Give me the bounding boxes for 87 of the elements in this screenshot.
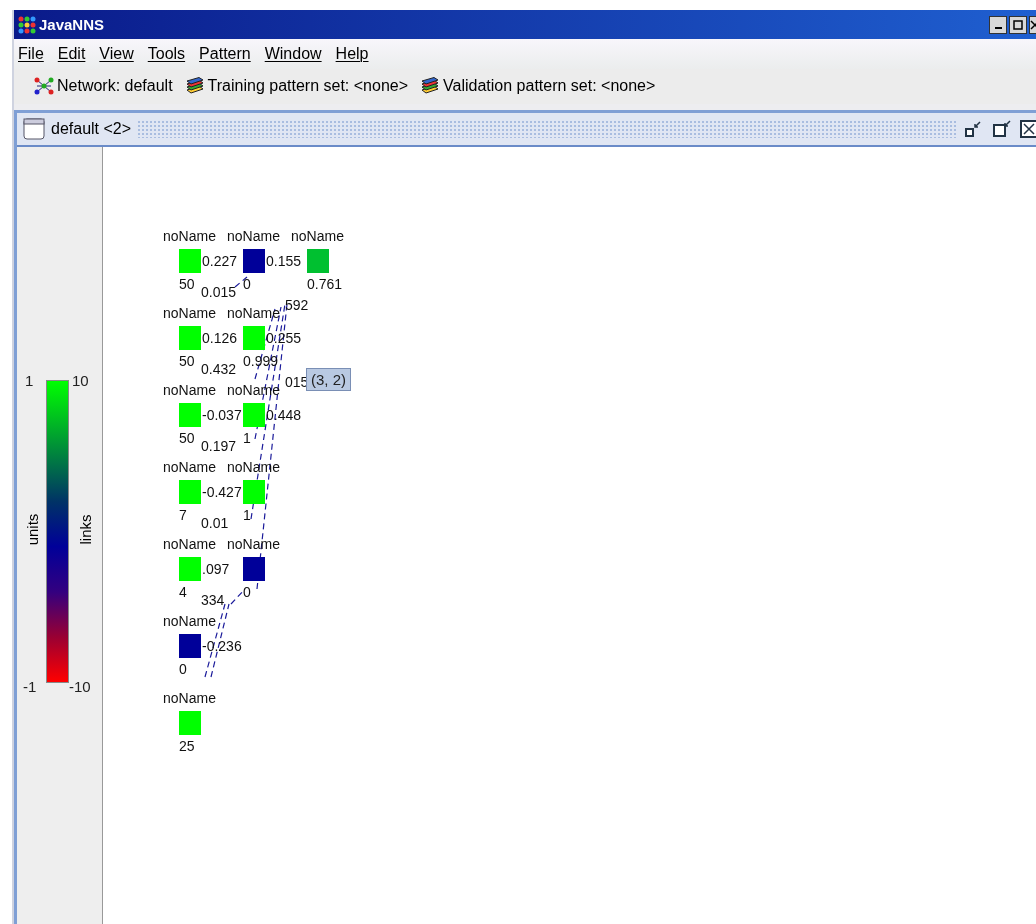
link-weight: 0.448 (266, 407, 302, 423)
window-title: JavaNNS (39, 16, 106, 33)
minimize-icon (994, 26, 1002, 29)
app-icon (18, 15, 36, 34)
unit-name: noName (291, 228, 344, 244)
menu-item[interactable]: Help (335, 45, 369, 63)
unit-name: noName (227, 536, 280, 552)
toolbar-label[interactable]: Training pattern set: <none> (207, 77, 409, 95)
unit[interactable] (179, 711, 201, 735)
link-weight: 0.227 (202, 253, 238, 269)
menu-item[interactable]: File (18, 45, 44, 63)
menu-item[interactable]: Edit (57, 45, 86, 63)
menu-item[interactable]: Tools (147, 45, 186, 63)
activation-value: 7 (179, 507, 187, 523)
close-icon (1030, 19, 1036, 30)
toolbar-label[interactable]: Validation pattern set: <none> (443, 77, 656, 95)
layers-icon (420, 77, 441, 95)
link-weight: 592 (285, 297, 309, 313)
menu-item[interactable]: Window (264, 45, 322, 63)
link-weight: 0.015 (201, 284, 237, 300)
unit-name: noName (163, 536, 216, 552)
activation-value: 1 (243, 507, 251, 523)
maximize-button[interactable] (992, 119, 1012, 139)
unit[interactable] (179, 403, 201, 427)
activation-value: 50 (179, 430, 195, 446)
scale-value: -1 (23, 678, 37, 695)
unit-name: noName (227, 382, 280, 398)
link-weight: 0.432 (201, 361, 237, 377)
unit[interactable] (179, 249, 201, 273)
link-weight: .097 (202, 561, 230, 577)
link-weight: 0.255 (266, 330, 302, 346)
unit[interactable] (179, 557, 201, 581)
activation-value: 50 (179, 353, 195, 369)
link-weight: -0.037 (202, 407, 242, 423)
unit-name: noName (163, 305, 216, 321)
link-weight: 334 (201, 592, 225, 608)
link-weight: -0.236 (202, 638, 242, 654)
unit[interactable] (179, 326, 201, 350)
activation-value: 25 (179, 738, 195, 754)
scale-value: 1 (25, 372, 34, 389)
unit[interactable] (307, 249, 329, 273)
link-weight: 0.01 (201, 515, 229, 531)
unit[interactable] (243, 403, 265, 427)
unit-name: noName (163, 382, 216, 398)
axis-label: links (76, 514, 94, 545)
link-weight: 0.126 (202, 330, 238, 346)
unit[interactable] (243, 249, 265, 273)
unit-name: noName (163, 613, 216, 629)
scale-value: -10 (69, 678, 91, 695)
activation-value: 50 (179, 276, 195, 292)
unit[interactable] (179, 634, 201, 658)
frame-title: default <2> (51, 120, 132, 138)
close-button[interactable] (1020, 119, 1036, 139)
tooltip: (3, 2) (306, 368, 351, 391)
unit[interactable] (243, 326, 265, 350)
activation-value: 0.761 (307, 276, 343, 292)
menu-item[interactable]: Pattern (199, 45, 251, 63)
unit-name: noName (227, 305, 280, 321)
unit-name: noName (163, 459, 216, 475)
link-weight: 0.197 (201, 438, 237, 454)
unit-name: noName (163, 690, 216, 706)
unit-name: noName (227, 228, 280, 244)
toolbar-label[interactable]: Network: default (57, 77, 173, 95)
menu-item[interactable]: View (99, 45, 134, 63)
activation-value: 0 (243, 276, 251, 292)
scale-value: 10 (72, 372, 89, 389)
unit[interactable] (179, 480, 201, 504)
minimize-button[interactable] (989, 15, 1007, 34)
iconify-button[interactable] (964, 119, 984, 139)
activation-value: 1 (243, 430, 251, 446)
activation-value: 0 (179, 661, 187, 677)
unit[interactable] (243, 480, 265, 504)
maximize-button[interactable] (1009, 15, 1027, 34)
close-button[interactable] (1029, 15, 1036, 34)
unit-name: noName (227, 459, 280, 475)
unit[interactable] (243, 557, 265, 581)
link-weight: -0.427 (202, 484, 242, 500)
frame-icon (23, 118, 45, 140)
network-icon (34, 77, 54, 95)
unit-name: noName (163, 228, 216, 244)
link-weight: 0.155 (266, 253, 302, 269)
layers-icon (184, 77, 205, 95)
maximize-icon (1013, 19, 1023, 30)
axis-label: units (24, 513, 42, 546)
activation-value: 4 (179, 584, 187, 600)
activation-value: 0 (243, 584, 251, 600)
activation-value: 0.999 (243, 353, 279, 369)
